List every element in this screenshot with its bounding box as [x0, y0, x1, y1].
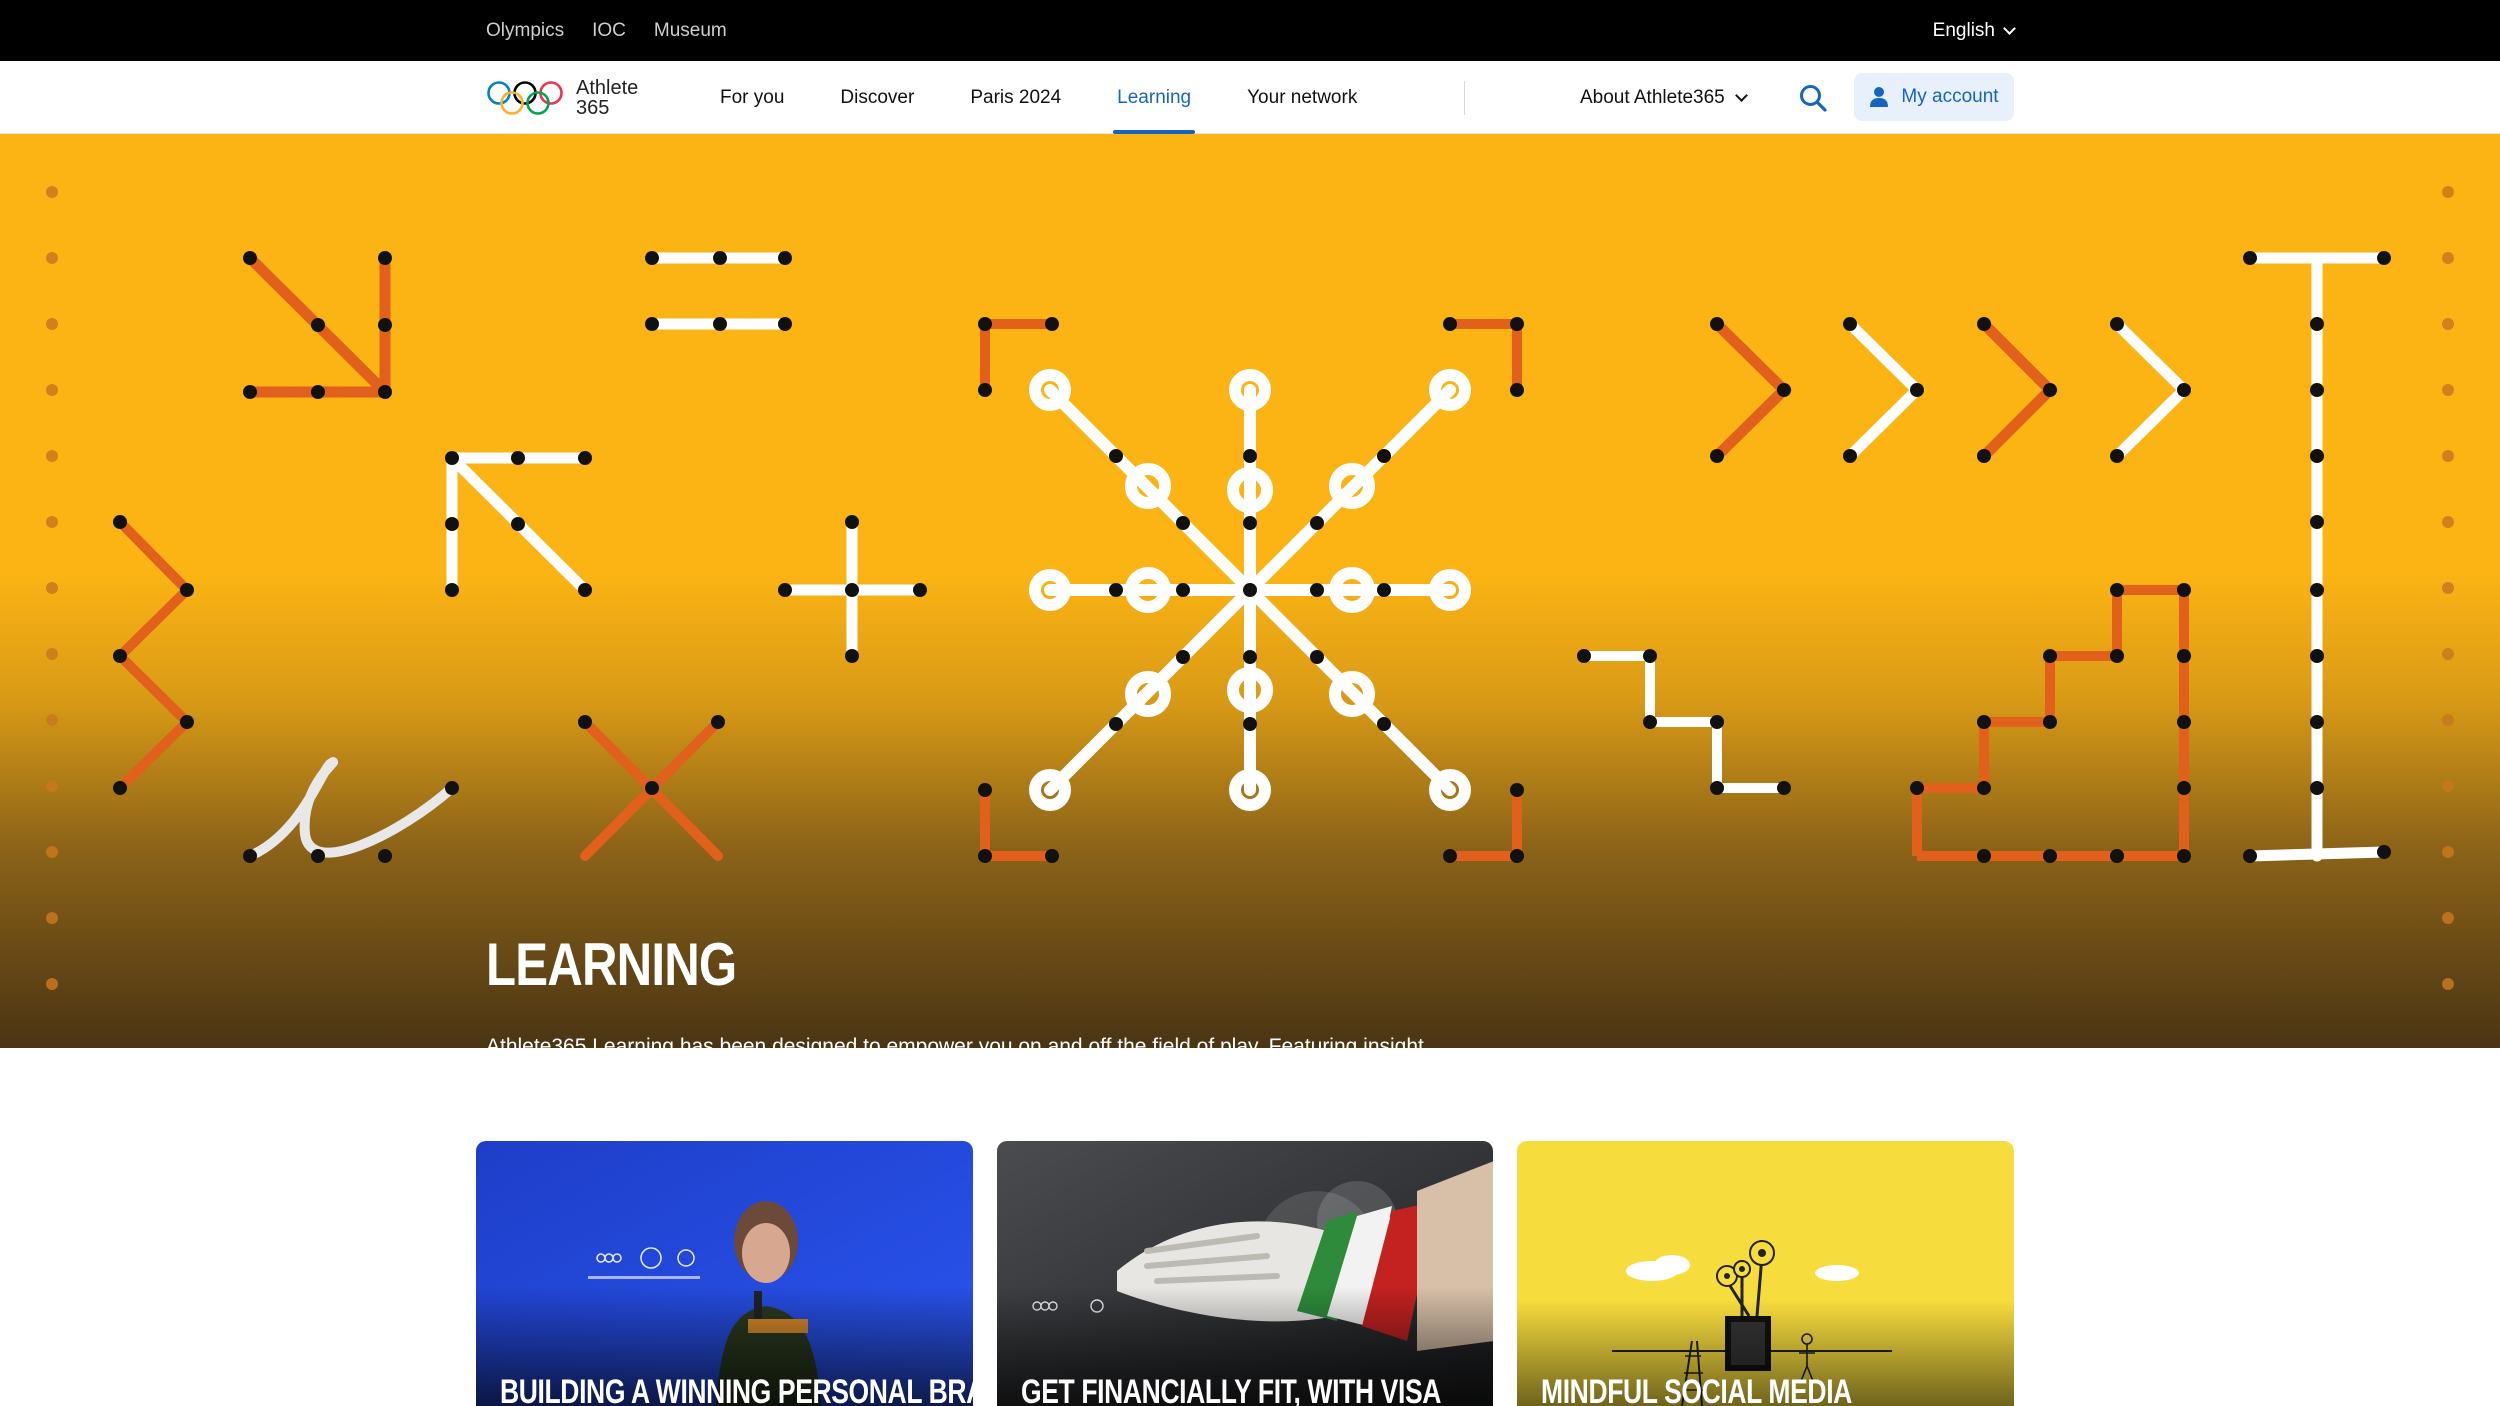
card-mindful-social-media[interactable]: MINDFUL SOCIAL MEDIA [1517, 1141, 2015, 1406]
about-athlete365-menu[interactable]: About Athlete365 [1580, 61, 1748, 134]
nav-link-your-network[interactable]: Your network [1219, 61, 1385, 134]
page-title: LEARNING [486, 931, 737, 998]
hero-banner: LEARNING Athlete365 Learning has been de… [0, 134, 2500, 1048]
learning-cards: BUILDING A WINNING PERSONAL BRAND GET FI… [476, 1141, 2015, 1406]
card-image-flower-illustration [1517, 1141, 2015, 1406]
logo-text-line2: 365 [576, 97, 610, 119]
nav-link-for-you[interactable]: For you [720, 61, 812, 134]
card-title: MINDFUL SOCIAL MEDIA [1541, 1373, 1853, 1406]
nav-link-learning[interactable]: Learning [1089, 61, 1219, 134]
nav-divider [1464, 81, 1465, 115]
language-selector[interactable]: English [1932, 0, 2016, 61]
search-button[interactable] [1798, 83, 1828, 113]
hero-illustration [46, 186, 2454, 990]
my-account-button[interactable]: My account [1854, 73, 2014, 121]
logo-text-line1: Athlete [576, 77, 639, 99]
chevron-down-icon [2003, 21, 2016, 35]
nav-links: For you Discover Paris 2024 Learning You… [720, 61, 1385, 134]
top-link-olympics[interactable]: Olympics [486, 20, 564, 42]
athlete365-logo[interactable]: Athlete 365 [486, 76, 638, 120]
language-label: English [1932, 19, 1995, 41]
card-financially-fit[interactable]: GET FINANCIALLY FIT, WITH VISA [996, 1141, 1494, 1406]
card-title: GET FINANCIALLY FIT, WITH VISA [1020, 1373, 1441, 1406]
top-bar: Olympics IOC Museum English [0, 0, 2500, 61]
main-nav: Athlete 365 For you Discover Paris 2024 … [0, 61, 2500, 134]
hero-description: Athlete365 Learning has been designed to… [486, 1035, 1424, 1048]
olympic-rings-icon [487, 81, 563, 115]
my-account-label: My account [1901, 86, 1999, 107]
card-personal-brand[interactable]: BUILDING A WINNING PERSONAL BRAND [476, 1141, 973, 1406]
top-link-ioc[interactable]: IOC [592, 20, 626, 42]
top-links: Olympics IOC Museum [486, 0, 727, 61]
search-icon [1800, 85, 1827, 112]
user-icon [1870, 87, 1889, 107]
chevron-down-icon [1734, 88, 1748, 102]
about-label: About Athlete365 [1580, 86, 1725, 108]
top-link-museum[interactable]: Museum [654, 20, 727, 42]
card-title: BUILDING A WINNING PERSONAL BRAND [500, 1373, 973, 1406]
card-image-speaker [476, 1141, 973, 1406]
nav-link-discover[interactable]: Discover [812, 61, 942, 134]
nav-link-paris-2024[interactable]: Paris 2024 [942, 61, 1089, 134]
card-image-chalk-hands [996, 1141, 1494, 1406]
logo-text: Athlete 365 [576, 78, 638, 118]
